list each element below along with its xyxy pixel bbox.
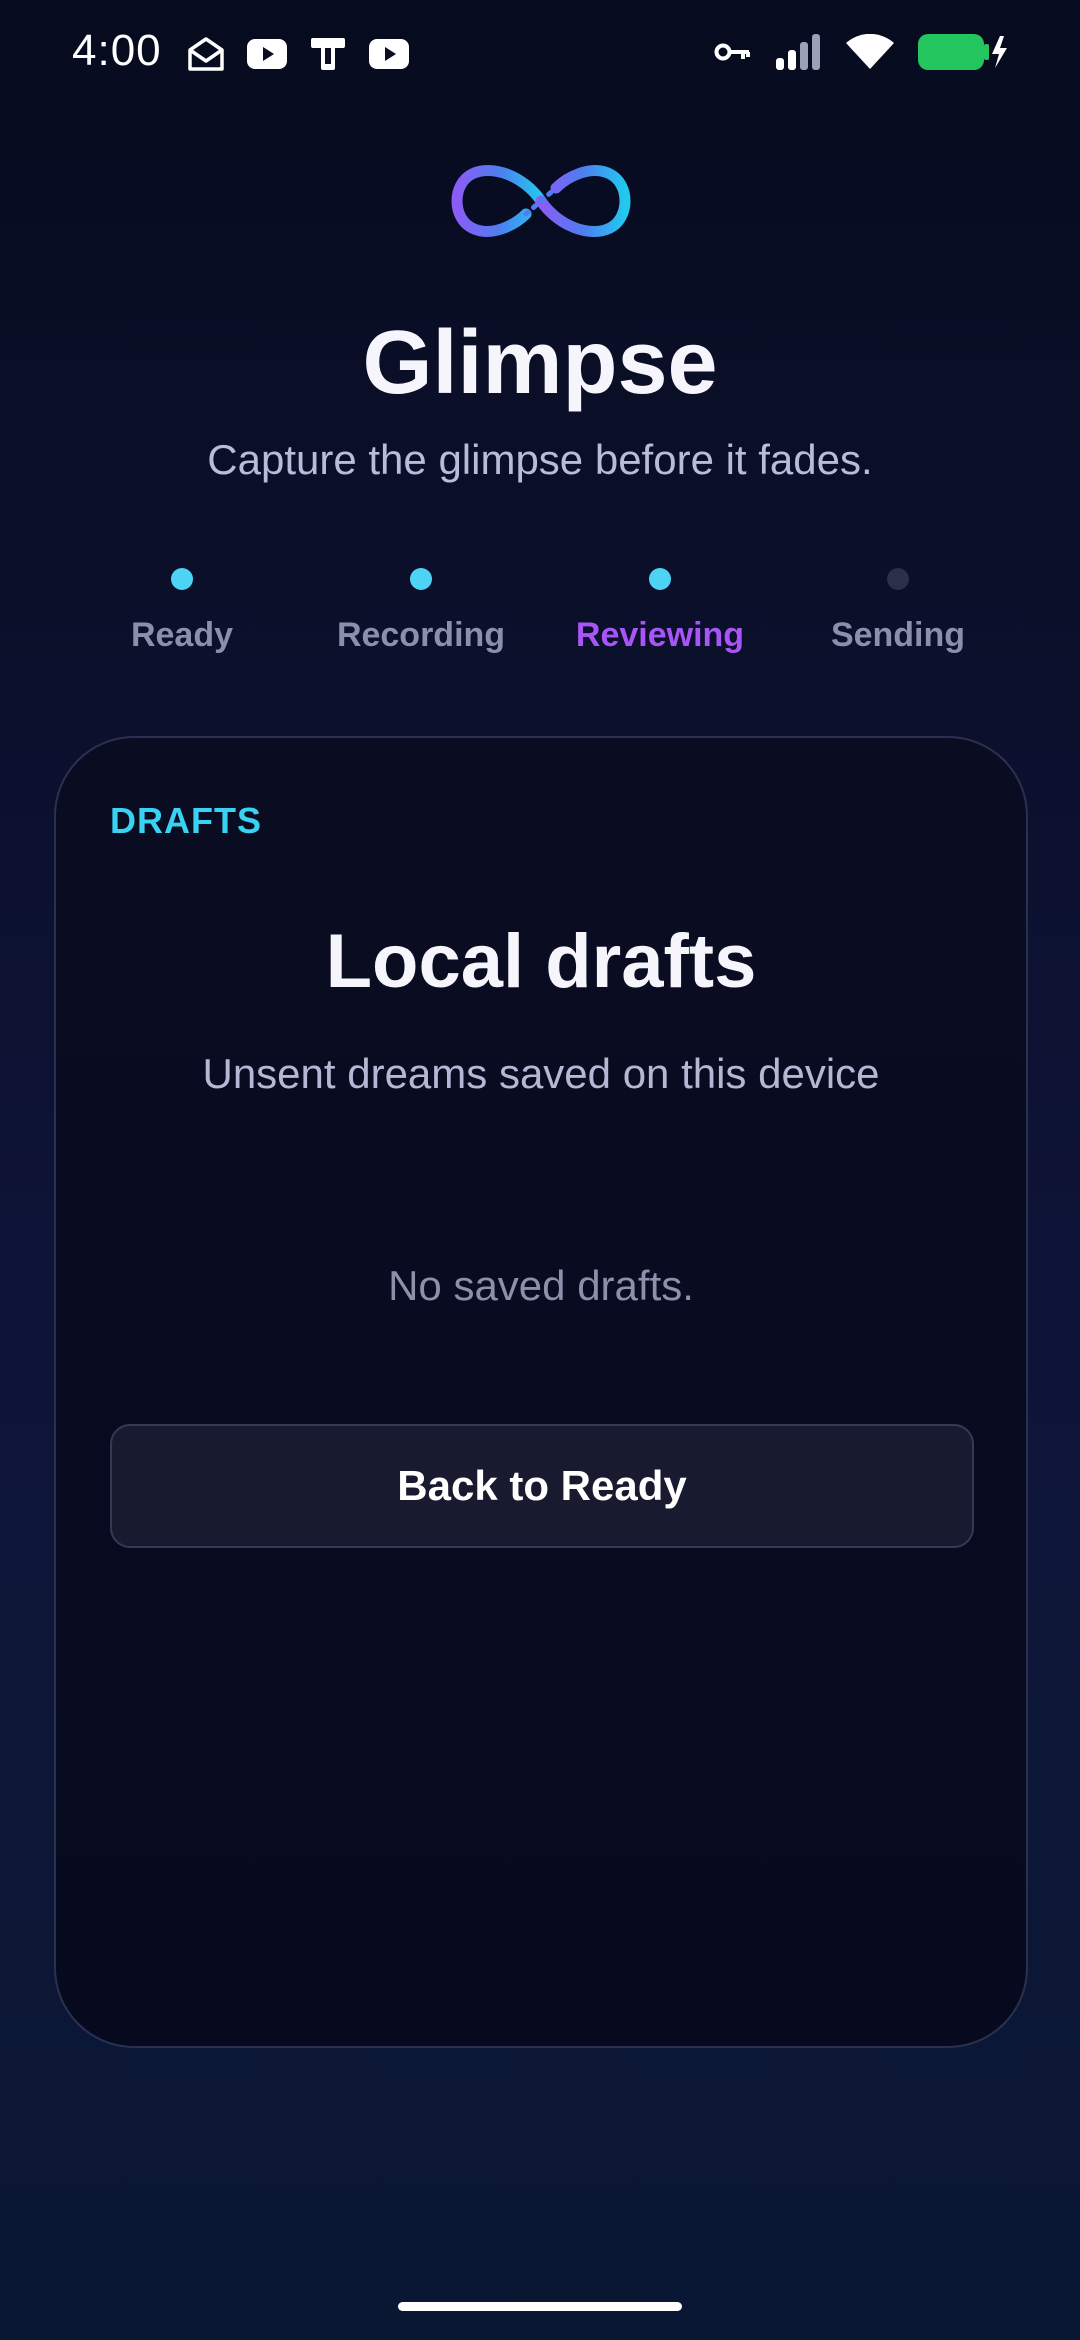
app-tagline: Capture the glimpse before it fades. bbox=[207, 436, 873, 483]
progress-steps: Ready Recording Reviewing Sending bbox=[0, 560, 1080, 654]
empty-state-text: No saved drafts. bbox=[388, 1262, 694, 1309]
cell-signal-icon bbox=[776, 34, 820, 70]
step-dot bbox=[649, 568, 671, 590]
wifi-icon bbox=[846, 34, 894, 69]
infinity-icon bbox=[451, 165, 631, 237]
notification-icons bbox=[186, 34, 410, 74]
step-recording: Recording bbox=[301, 560, 541, 655]
card-subtitle: Unsent dreams saved on this device bbox=[202, 1050, 880, 1097]
youtube-icon bbox=[369, 39, 409, 69]
drafts-card: DRAFTS Local drafts Unsent dreams saved … bbox=[54, 736, 1028, 2048]
mail-open-icon bbox=[188, 37, 224, 71]
step-label: Ready bbox=[130, 616, 234, 654]
step-ready: Ready bbox=[62, 560, 302, 655]
back-to-ready-button[interactable]: Back to Ready bbox=[110, 1424, 974, 1548]
battery-charging-icon bbox=[918, 34, 1007, 70]
card-title: Local drafts bbox=[325, 919, 757, 1004]
status-time: 4:00 bbox=[72, 26, 162, 75]
system-icons bbox=[714, 32, 1008, 72]
step-dot bbox=[171, 568, 193, 590]
phone-device-icon bbox=[311, 38, 345, 70]
youtube-icon bbox=[247, 39, 287, 69]
step-sending: Sending bbox=[778, 560, 1018, 655]
vpn-key-icon bbox=[714, 43, 750, 61]
step-dot bbox=[887, 568, 909, 590]
step-label: Recording bbox=[336, 616, 506, 654]
step-label: Reviewing bbox=[575, 616, 745, 654]
status-bar: 4:00 bbox=[0, 0, 1080, 110]
app-title: Glimpse bbox=[362, 313, 718, 413]
home-indicator[interactable] bbox=[398, 2302, 682, 2311]
step-label: Sending bbox=[830, 616, 966, 654]
step-reviewing: Reviewing bbox=[540, 560, 780, 655]
step-dot bbox=[410, 568, 432, 590]
card-kicker: DRAFTS bbox=[110, 800, 262, 841]
